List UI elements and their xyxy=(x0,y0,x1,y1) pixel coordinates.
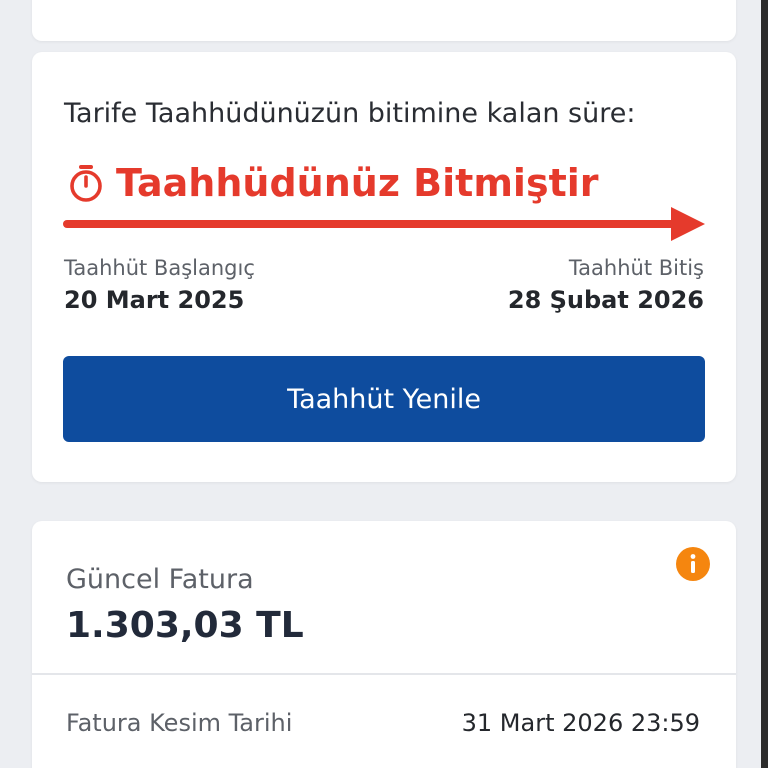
stopwatch-icon xyxy=(68,163,104,203)
page: Tarife Taahhüdünüzün bitimine kalan süre… xyxy=(0,0,768,768)
current-bill-amount: 1.303,03 TL xyxy=(66,605,304,646)
bill-card: Güncel Fatura 1.303,03 TL Fatura Kesim T… xyxy=(32,521,736,768)
commitment-heading: Tarife Taahhüdünüzün bitimine kalan süre… xyxy=(64,98,636,129)
commitment-status: Taahhüdünüz Bitmiştir xyxy=(68,158,599,208)
commitment-status-text: Taahhüdünüz Bitmiştir xyxy=(116,161,599,205)
info-icon[interactable] xyxy=(676,547,710,581)
divider xyxy=(32,673,736,675)
end-date-value: 28 Şubat 2026 xyxy=(507,286,704,314)
commitment-timeline-arrow xyxy=(63,207,705,241)
start-date-value: 20 Mart 2025 xyxy=(64,286,245,314)
end-date-label: Taahhüt Bitiş xyxy=(568,256,704,280)
current-bill-label: Güncel Fatura xyxy=(66,564,254,595)
bill-cut-date-label: Fatura Kesim Tarihi xyxy=(66,709,293,737)
previous-card xyxy=(32,0,736,41)
renew-commitment-button[interactable]: Taahhüt Yenile xyxy=(63,356,705,442)
bill-cut-date-value: 31 Mart 2026 23:59 xyxy=(461,709,700,737)
scrollbar[interactable] xyxy=(761,0,768,768)
commitment-card: Tarife Taahhüdünüzün bitimine kalan süre… xyxy=(32,52,736,482)
start-date-label: Taahhüt Başlangıç xyxy=(64,256,255,280)
